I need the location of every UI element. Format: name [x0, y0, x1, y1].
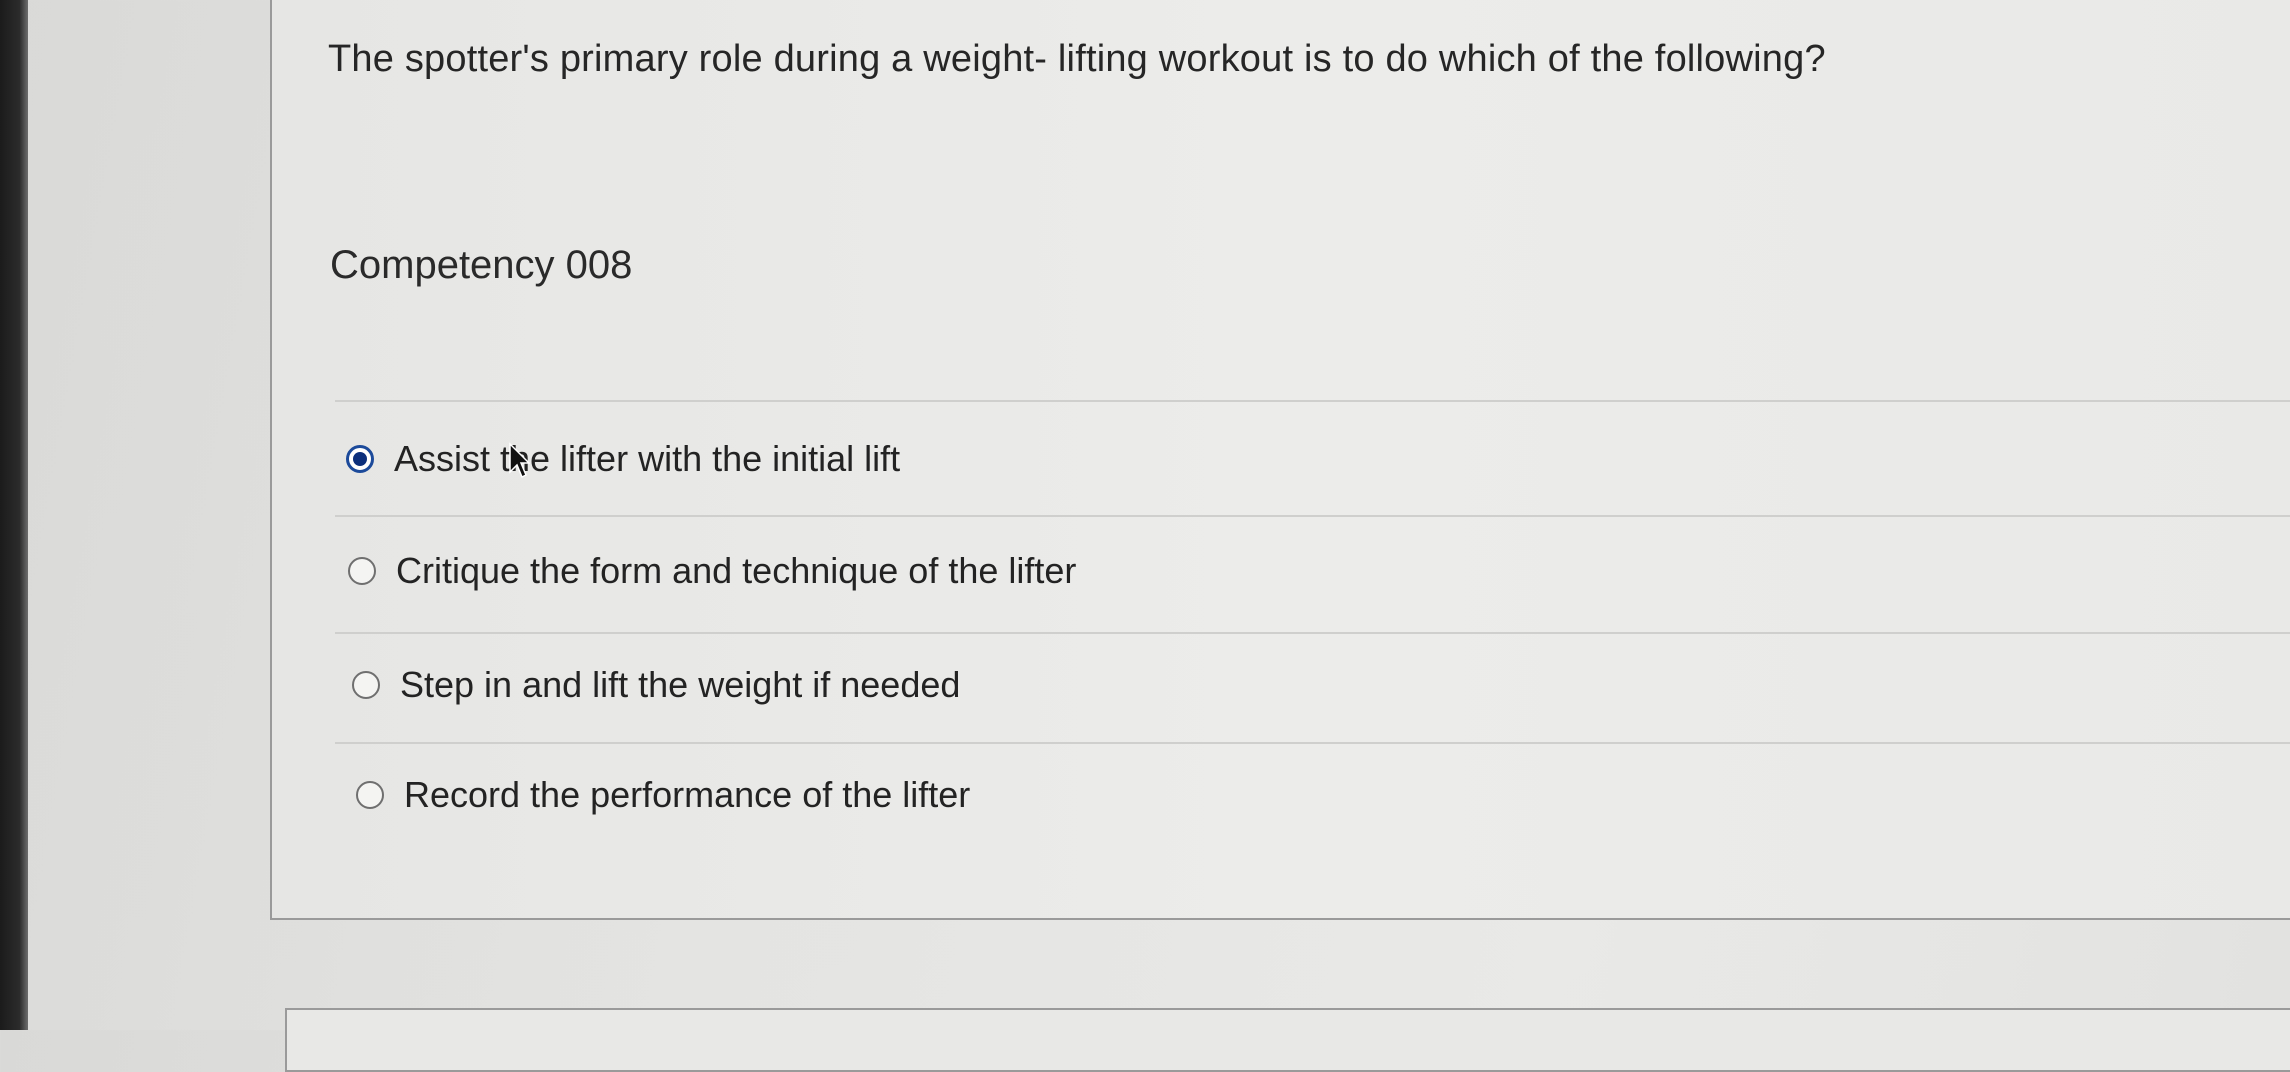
option-divider — [335, 632, 2290, 634]
radio-button-icon[interactable] — [352, 671, 380, 699]
answer-option-1[interactable]: Assist the lifter with the initial lift — [346, 438, 900, 480]
answer-option-4[interactable]: Record the performance of the lifter — [356, 774, 970, 816]
radio-button-icon[interactable] — [356, 781, 384, 809]
answer-option-label: Step in and lift the weight if needed — [400, 664, 961, 705]
answer-option-label: Record the performance of the lifter — [404, 774, 971, 815]
radio-button-icon[interactable] — [348, 557, 376, 585]
answer-option-label: Assist the lifter with the initial lift — [394, 438, 901, 479]
option-divider — [335, 742, 2290, 744]
answer-option-3[interactable]: Step in and lift the weight if needed — [352, 664, 960, 706]
competency-label: Competency 008 — [330, 243, 633, 287]
answer-option-2[interactable]: Critique the form and technique of the l… — [348, 550, 1076, 592]
monitor-bezel — [0, 0, 28, 1030]
radio-button-selected-icon[interactable] — [346, 445, 374, 473]
answer-option-label: Critique the form and technique of the l… — [396, 550, 1077, 591]
next-question-panel — [285, 1008, 2290, 1072]
question-text: The spotter's primary role during a weig… — [328, 38, 1826, 80]
mouse-pointer-icon — [509, 442, 530, 479]
options-top-divider — [335, 400, 2290, 402]
option-divider — [335, 515, 2290, 517]
